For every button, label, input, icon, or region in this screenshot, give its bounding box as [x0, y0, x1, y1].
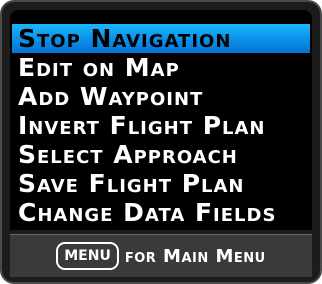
- footer-hint-text: for Main Menu: [124, 245, 266, 267]
- menu-item-edit-on-map[interactable]: Edit on Map: [12, 53, 310, 82]
- menu-item-add-waypoint[interactable]: Add Waypoint: [12, 82, 310, 111]
- page-menu-list: Stop Navigation Edit on Map Add Waypoint…: [12, 24, 310, 227]
- menu-item-invert-flight-plan[interactable]: Invert Flight Plan: [12, 111, 310, 140]
- device-bezel: Stop Navigation Edit on Map Add Waypoint…: [0, 0, 322, 284]
- menu-item-change-data-fields[interactable]: Change Data Fields: [12, 198, 310, 227]
- menu-item-select-approach[interactable]: Select Approach: [12, 140, 310, 169]
- menu-footer: MENU for Main Menu: [10, 234, 312, 277]
- menu-key-button[interactable]: MENU: [56, 242, 119, 270]
- page-menu-screen: Stop Navigation Edit on Map Add Waypoint…: [10, 10, 312, 230]
- menu-item-save-flight-plan[interactable]: Save Flight Plan: [12, 169, 310, 198]
- menu-item-stop-navigation[interactable]: Stop Navigation: [12, 24, 310, 53]
